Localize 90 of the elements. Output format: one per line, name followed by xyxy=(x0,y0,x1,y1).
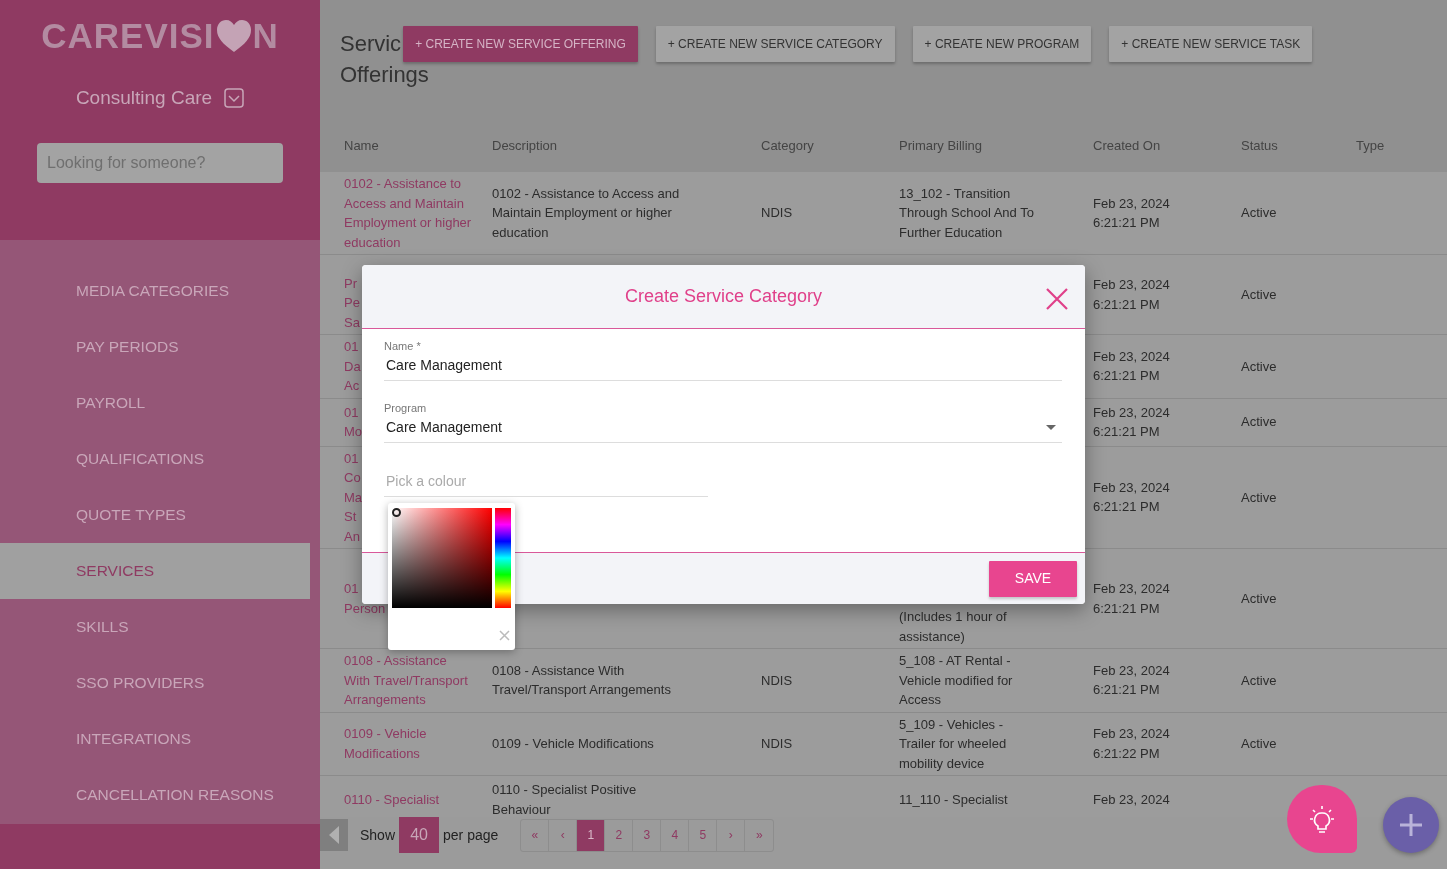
table-cell-text: NDIS xyxy=(761,204,794,223)
table-cell-text: Active xyxy=(1241,671,1278,690)
column-header: Primary Billing xyxy=(899,137,984,156)
sidebar-item[interactable]: MEDIA CATEGORIES xyxy=(0,263,310,319)
column-header: Description xyxy=(492,137,559,156)
colour-field[interactable]: Pick a colour xyxy=(384,469,708,497)
table-cell-text: 11_110 - Specialist xyxy=(899,790,1009,809)
table-cell-text: Active xyxy=(1241,413,1278,432)
table-cell-text: NDIS xyxy=(761,735,794,753)
table-cell-text: Feb 23, 2024 6:21:21 PM xyxy=(1093,194,1171,232)
table-cell-text: (Includes 1 hour of assistance) xyxy=(899,608,1008,646)
dialog-title: Create Service Category xyxy=(624,285,823,308)
table-cell-text: Feb 23, 2024 6:21:21 PM xyxy=(1093,276,1171,314)
page-link[interactable]: 1 xyxy=(577,819,606,851)
page-link[interactable]: « xyxy=(521,819,550,851)
service-link[interactable]: 0109 - Vehicle Modifications xyxy=(344,724,474,764)
sidebar-item[interactable]: CANCELLATION REASONS xyxy=(0,767,310,823)
saturation-area[interactable] xyxy=(392,508,492,608)
field-label: Name * xyxy=(384,339,422,353)
program-select[interactable]: Care Management xyxy=(384,415,1062,443)
column-header: Name xyxy=(344,137,380,156)
table-cell-text: 0110 - Specialist Positive Behaviour xyxy=(492,781,638,817)
logo-text: N xyxy=(252,15,279,57)
field-label: Program xyxy=(384,401,428,415)
column-header: Type xyxy=(1356,137,1386,156)
table-cell-text: Feb 23, 2024 xyxy=(1093,790,1171,809)
table-cell-text: Feb 23, 2024 6:21:22 PM xyxy=(1093,725,1171,763)
table-cell-text: Active xyxy=(1241,735,1278,753)
page-link[interactable]: 5 xyxy=(689,819,718,851)
page-title: Servic xyxy=(340,31,402,57)
close-icon xyxy=(1045,287,1069,311)
table-cell-text: Active xyxy=(1241,589,1278,608)
table-cell-text: Feb 23, 2024 6:21:21 PM xyxy=(1093,347,1171,386)
table-cell-text: 0108 - Assistance With Travel/Transport Arrangements xyxy=(492,661,672,700)
close-button[interactable] xyxy=(1045,287,1069,311)
page-link[interactable]: » xyxy=(745,819,774,851)
sidebar-item[interactable]: PAYROLL xyxy=(0,375,310,431)
table-cell-text: Feb 23, 2024 6:21:21 PM xyxy=(1093,478,1171,517)
page-link[interactable]: 4 xyxy=(661,819,690,851)
triangle-left-icon xyxy=(327,824,341,846)
page-size-select[interactable]: 40 xyxy=(399,817,440,853)
service-link[interactable]: 0110 - Specialist xyxy=(344,789,474,810)
sidebar-item[interactable]: QUOTE TYPES xyxy=(0,487,310,543)
show-label: Show xyxy=(360,825,396,845)
create-button[interactable]: + CREATE NEW SERVICE TASK xyxy=(1109,26,1313,62)
logo-text: CAREVISI xyxy=(41,15,215,57)
collapse-button[interactable] xyxy=(320,819,348,851)
dropdown-icon[interactable] xyxy=(224,88,245,109)
page-link[interactable]: › xyxy=(717,819,746,851)
organisation-name: Consulting Care xyxy=(75,86,213,110)
table-cell-text: 0109 - Vehicle Modifications xyxy=(492,735,655,753)
column-header: Created On xyxy=(1093,137,1162,156)
heart-icon xyxy=(214,18,253,54)
save-button[interactable]: SAVE xyxy=(989,560,1077,597)
create-button[interactable]: + CREATE NEW SERVICE OFFERING xyxy=(403,26,638,62)
name-field[interactable]: Care Management xyxy=(384,353,1062,381)
table-cell-text: Active xyxy=(1241,357,1278,376)
table-cell-text: 5_109 - Vehicles - Trailer for wheeled mobility device xyxy=(899,715,1008,773)
lightbulb-icon xyxy=(1309,804,1335,834)
table-cell-text: NDIS xyxy=(761,671,794,690)
close-icon[interactable] xyxy=(499,630,510,641)
table-cell-text: Feb 23, 2024 6:21:21 PM xyxy=(1093,661,1171,700)
sidebar-item[interactable]: SKILLS xyxy=(0,599,310,655)
sidebar-item[interactable]: INTEGRATIONS xyxy=(0,711,310,767)
add-button[interactable] xyxy=(1383,797,1439,853)
table-cell-text: Active xyxy=(1241,285,1278,304)
sidebar-item[interactable]: SSO PROVIDERS xyxy=(0,655,310,711)
table-cell-text: 0102 - Assistance to Access and Maintain Employment or higher education xyxy=(492,184,681,242)
table-cell-text: 5_108 - AT Rental - Vehicle modified for Access xyxy=(899,652,1014,709)
sidebar-item[interactable]: PAY PERIODS xyxy=(0,319,310,375)
per-page-label: per page xyxy=(443,825,499,845)
sidebar-item[interactable]: QUALIFICATIONS xyxy=(0,431,310,487)
table-cell-text: 13_102 - Transition Through School And To Further Education xyxy=(899,184,1035,242)
hue-slider[interactable] xyxy=(495,508,511,608)
table-cell-text: Feb 23, 2024 6:21:21 PM xyxy=(1093,580,1171,618)
column-header: Status xyxy=(1241,137,1279,156)
column-header: Category xyxy=(761,137,815,156)
service-link[interactable]: 0108 - Assistance With Travel/Transport Arrangements xyxy=(344,651,474,710)
service-link[interactable]: 0102 - Assistance to Access and Maintain Employment or higher education xyxy=(344,174,474,252)
table-cell-text: Feb 23, 2024 6:21:21 PM xyxy=(1093,403,1171,441)
table-cell-text: Active xyxy=(1241,488,1278,507)
sidebar-item[interactable]: SERVICES xyxy=(0,543,310,599)
table-cell-text: Active xyxy=(1241,204,1278,223)
page-title: Offerings xyxy=(340,62,429,88)
plus-icon xyxy=(1399,813,1423,837)
caret-icon xyxy=(1046,425,1056,430)
page-link[interactable]: 3 xyxy=(633,819,662,851)
page-link[interactable]: 2 xyxy=(605,819,634,851)
create-button[interactable]: + CREATE NEW PROGRAM xyxy=(912,26,1092,62)
create-button[interactable]: + CREATE NEW SERVICE CATEGORY xyxy=(655,26,895,62)
